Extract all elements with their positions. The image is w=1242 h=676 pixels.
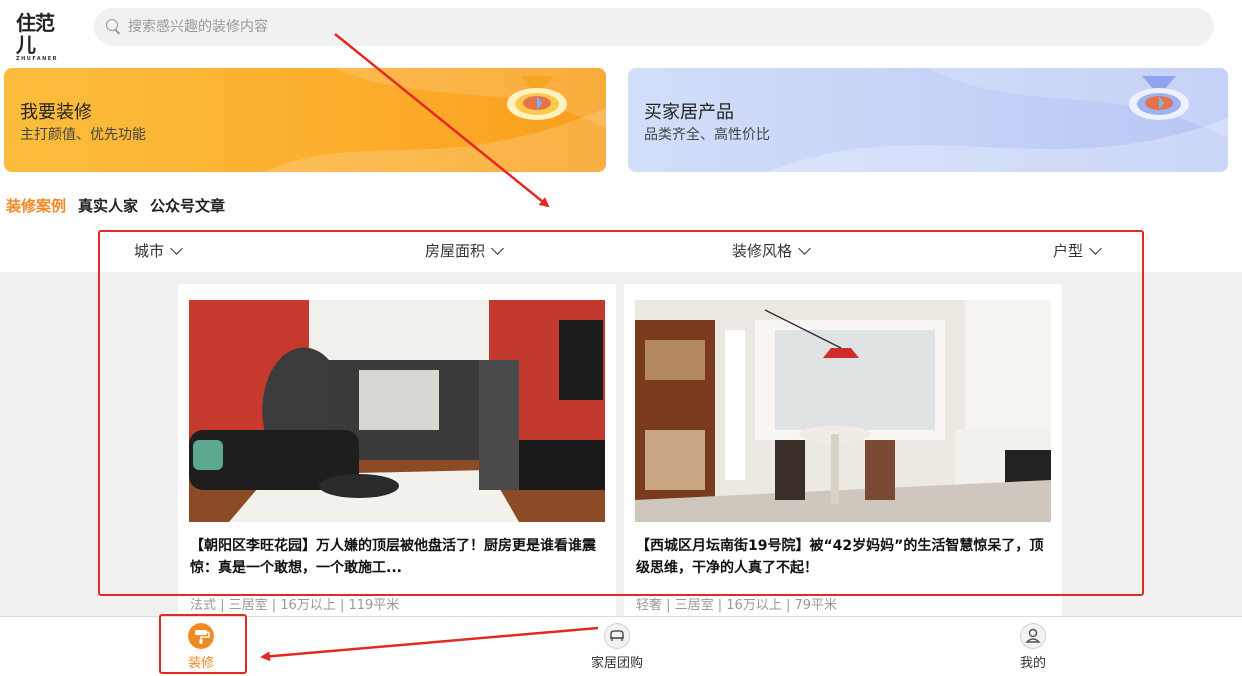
nav-group-buy[interactable]: 家居团购 [591,623,643,671]
case-cover-image[interactable] [635,300,1051,522]
case-title[interactable]: 【朝阳区李旺花园】万人嫌的顶层被他盘活了！厨房更是谁看谁震惊：真是一个敢想，一个… [190,535,604,579]
chevron-down-icon [1089,241,1102,255]
case-title[interactable]: 【西城区月坛南街19号院】被“42岁妈妈”的生活智慧惊呆了，顶级思维，干净的人真… [636,535,1050,579]
chevron-down-icon [170,241,183,255]
tab-decoration-cases[interactable]: 装修案例 [6,195,66,216]
content-tabs: 装修案例 真实人家 公众号文章 [6,195,225,216]
buy-furniture-card[interactable]: 买家居产品 品类齐全、高性价比 [628,68,1228,172]
card-subtitle: 品类齐全、高性价比 [644,127,770,143]
medal-icon [1129,76,1189,120]
filter-label: 房屋面积 [425,242,486,260]
logo-text: 住范儿 [16,11,55,57]
nav-decoration[interactable]: 装修 [188,623,214,671]
filter-area[interactable]: 房屋面积 [425,240,504,261]
filter-style[interactable]: 装修风格 [732,240,811,261]
user-icon [1020,623,1046,649]
nav-label: 装修 [188,656,215,671]
card-subtitle: 主打颜值、优先功能 [20,127,146,143]
bottom-nav: 装修 家居团购 我的 [0,616,1242,676]
nav-label: 我的 [1020,656,1047,671]
card-title: 买家居产品 [644,102,734,123]
chevron-down-icon [798,241,811,255]
medal-icon [507,76,567,120]
tab-articles[interactable]: 公众号文章 [150,195,225,216]
app-logo[interactable]: 住范儿 ZHUFANER [16,12,72,62]
nav-label: 家居团购 [591,656,644,671]
chevron-down-icon [491,241,504,255]
case-meta: 轻奢 | 三居室 | 16万以上 | 79平米 [636,598,838,613]
card-title: 我要装修 [20,102,92,123]
sofa-icon [604,623,630,649]
search-bar[interactable] [94,8,1214,46]
tab-real-homes[interactable]: 真实人家 [78,195,138,216]
filter-layout[interactable]: 户型 [1053,240,1102,261]
case-card[interactable]: 【朝阳区李旺花园】万人嫌的顶层被他盘活了！厨房更是谁看谁震惊：真是一个敢想，一个… [178,284,616,616]
case-card[interactable]: 【西城区月坛南街19号院】被“42岁妈妈”的生活智慧惊呆了，顶级思维，干净的人真… [624,284,1062,616]
filter-city[interactable]: 城市 [134,240,183,261]
filter-label: 城市 [134,242,165,260]
paint-roller-icon [188,623,214,649]
filter-label: 户型 [1053,242,1084,260]
search-icon [106,19,122,35]
decorate-card[interactable]: 我要装修 主打颜值、优先功能 [4,68,606,172]
logo-subtext: ZHUFANER [16,56,59,62]
nav-profile[interactable]: 我的 [1020,623,1046,671]
case-meta: 法式 | 三居室 | 16万以上 | 119平米 [190,598,400,613]
search-input[interactable] [126,18,530,36]
filter-label: 装修风格 [732,242,793,260]
header-area: 住范儿 ZHUFANER 我要装修 主打颜值、优先功能 [0,0,1242,272]
case-cover-image[interactable] [189,300,605,522]
